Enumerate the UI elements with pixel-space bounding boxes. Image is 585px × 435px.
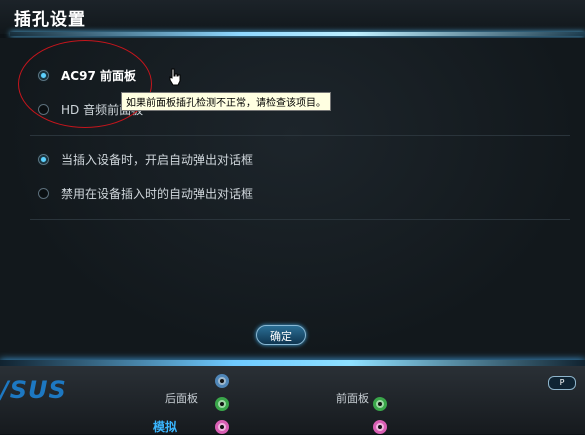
asus-logo: /SUS (0, 376, 67, 404)
rear-line-in-jack-icon[interactable] (215, 374, 229, 388)
window-title: 插孔设置 (14, 10, 86, 30)
hand-cursor-icon (169, 68, 181, 86)
header-glow-divider (10, 32, 585, 36)
radio-selected-icon[interactable] (38, 154, 49, 165)
tooltip: 如果前面板插孔检测不正常，请检查该项目。 (121, 92, 331, 111)
front-panel-label: 前面板 (336, 392, 369, 405)
footer-bar (0, 366, 585, 434)
option-disable-auto-popup[interactable]: 禁用在设备插入时的自动弹出对话框 (38, 185, 253, 202)
p-button[interactable]: P (548, 376, 576, 390)
option-label: 当插入设备时，开启自动弹出对话框 (61, 153, 254, 167)
title-bar (0, 0, 585, 34)
ok-button[interactable]: 确定 (256, 325, 306, 345)
analog-label[interactable]: 模拟 (153, 418, 177, 435)
section-divider (30, 219, 570, 220)
front-headphone-jack-icon[interactable] (373, 397, 387, 411)
section-divider (30, 135, 570, 136)
rear-panel-label: 后面板 (165, 392, 198, 405)
annotation-circle (18, 40, 152, 128)
front-mic-jack-icon[interactable] (373, 420, 387, 434)
radio-unselected-icon[interactable] (38, 188, 49, 199)
option-label: 禁用在设备插入时的自动弹出对话框 (61, 187, 254, 201)
option-enable-auto-popup[interactable]: 当插入设备时，开启自动弹出对话框 (38, 151, 253, 168)
rear-line-out-jack-icon[interactable] (215, 397, 229, 411)
rear-mic-jack-icon[interactable] (215, 420, 229, 434)
